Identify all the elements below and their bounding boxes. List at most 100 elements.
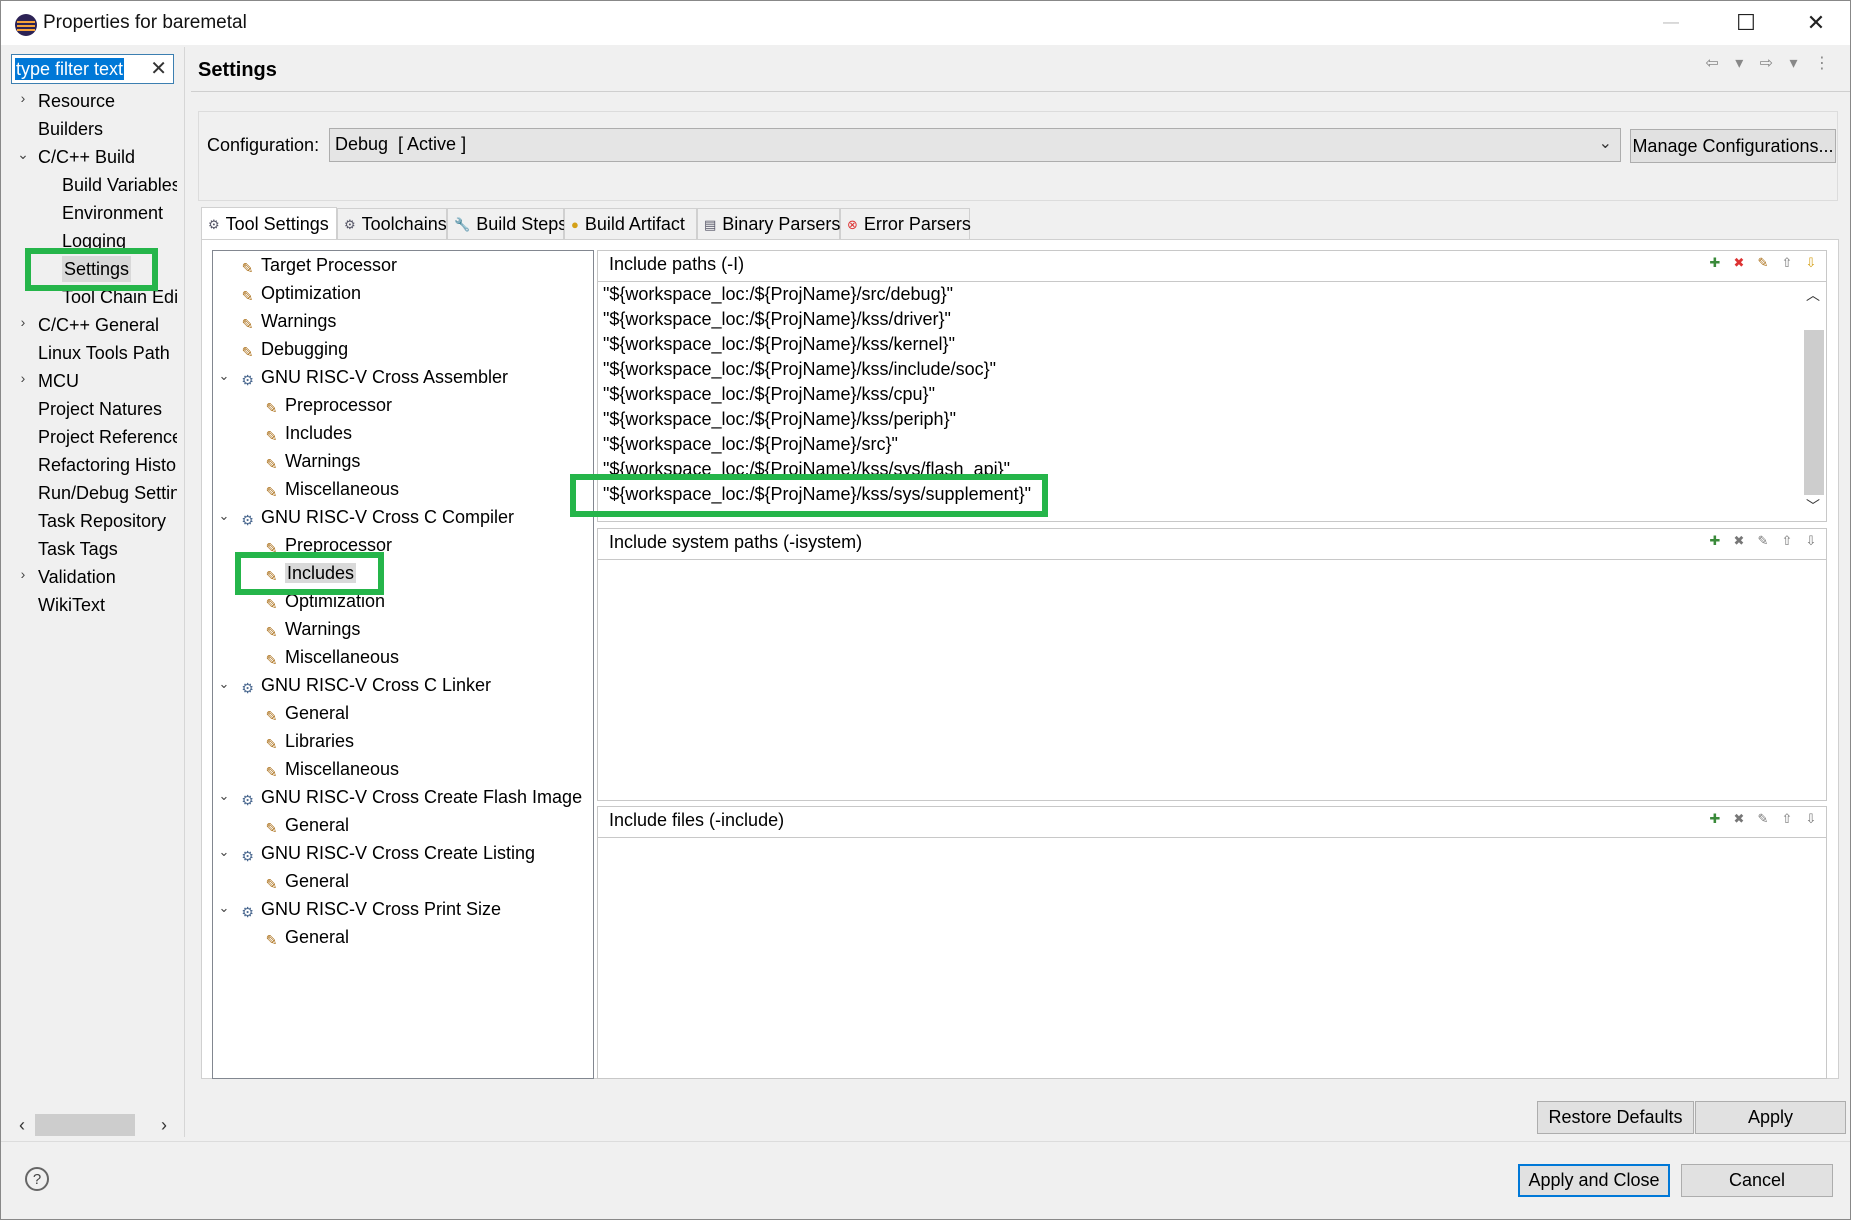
nav-item-project-natures[interactable]: Project Natures (38, 396, 162, 422)
filter-input-value[interactable]: type filter text (15, 58, 125, 80)
chevron-down-icon[interactable]: ⌄ (217, 368, 231, 384)
add-icon[interactable]: ✚ (1706, 254, 1724, 272)
tool-tree-item-gnu-risc-v-cross-c-compiler[interactable]: ⚙ GNU RISC-V Cross C Compiler (239, 504, 514, 530)
scroll-up-icon[interactable]: ︿ (1802, 285, 1824, 307)
tool-tree-item-preprocessor[interactable]: ✎ Preprocessor (263, 392, 392, 418)
close-button[interactable]: ✕ (1786, 1, 1846, 45)
tool-tree-item-includes[interactable]: ✎ Includes (263, 420, 352, 446)
clear-filter-icon[interactable]: ✕ (150, 56, 167, 81)
tool-tree-item-gnu-risc-v-cross-c-linker[interactable]: ⚙ GNU RISC-V Cross C Linker (239, 672, 491, 698)
move-up-icon[interactable]: ⇧ (1778, 254, 1796, 272)
tab-error-parsers[interactable]: ⊗ Error Parsers (840, 208, 971, 240)
chevron-down-icon[interactable]: ⌄ (217, 676, 231, 692)
chevron-down-icon[interactable]: ⌄ (15, 146, 31, 163)
include-path-item[interactable]: "${workspace_loc:/${ProjName}/kss/driver… (603, 307, 951, 332)
tool-tree-item-general[interactable]: ✎ General (263, 812, 349, 838)
move-down-icon[interactable]: ⇩ (1802, 810, 1820, 828)
tool-tree-item-miscellaneous[interactable]: ✎ Miscellaneous (263, 644, 399, 670)
restore-defaults-button[interactable]: Restore Defaults (1537, 1101, 1694, 1134)
nav-item-run-debug-settings[interactable]: Run/Debug Settings (38, 480, 177, 506)
apply-and-close-button[interactable]: Apply and Close (1518, 1164, 1670, 1197)
nav-item-environment[interactable]: Environment (62, 200, 163, 226)
tool-tree-item-gnu-risc-v-cross-create-listing[interactable]: ⚙ GNU RISC-V Cross Create Listing (239, 840, 535, 866)
chevron-right-icon[interactable]: › (15, 314, 31, 330)
history-navigation-icons[interactable]: ⇦ ▾ ⇨ ▾ ⋮ (1705, 53, 1836, 73)
tab-build-artifact[interactable]: ● Build Artifact (564, 208, 697, 240)
chevron-right-icon[interactable]: › (15, 566, 31, 582)
chevron-right-icon[interactable]: › (15, 370, 31, 386)
help-icon[interactable]: ? (25, 1167, 49, 1191)
tab-toolchains[interactable]: ⚙ Toolchains (337, 208, 447, 240)
minimize-button[interactable]: — (1641, 1, 1701, 45)
include-system-paths-list[interactable] (598, 559, 1826, 800)
nav-item-builders[interactable]: Builders (38, 116, 103, 142)
filter-input[interactable]: type filter text ✕ (11, 54, 174, 84)
include-files-list[interactable] (598, 837, 1826, 1078)
include-path-item[interactable]: "${workspace_loc:/${ProjName}/src/debug}… (603, 282, 953, 307)
edit-icon[interactable]: ✎ (1754, 532, 1772, 550)
chevron-right-icon[interactable]: › (15, 91, 31, 106)
tool-settings-tree[interactable]: ✎ Target Processor ✎ Optimization ✎ Warnings ✎… (212, 250, 594, 1079)
nav-item-project-references[interactable]: Project References (38, 424, 177, 450)
tool-tree-item-gnu-risc-v-cross-assembler[interactable]: ⚙ GNU RISC-V Cross Assembler (239, 364, 508, 390)
nav-item-task-repository[interactable]: Task Repository (38, 508, 166, 534)
apply-button[interactable]: Apply (1695, 1101, 1846, 1134)
delete-icon[interactable]: ✖ (1730, 810, 1748, 828)
nav-item-linux-tools-path[interactable]: Linux Tools Path (38, 340, 170, 366)
nav-item-refactoring-history[interactable]: Refactoring History (38, 452, 177, 478)
delete-icon[interactable]: ✖ (1730, 532, 1748, 550)
include-paths-vertical-scrollbar[interactable]: ︿ ﹀ (1802, 285, 1824, 518)
chevron-down-icon[interactable]: ⌄ (217, 844, 231, 860)
tool-tree-item-debugging[interactable]: ✎ Debugging (239, 336, 348, 362)
chevron-down-icon[interactable]: ⌄ (217, 900, 231, 916)
property-page-tree[interactable]: › Resource Builders ⌄ C/C++ Build Build Varia… (9, 91, 177, 1106)
tool-tree-item-general[interactable]: ✎ General (263, 924, 349, 950)
tool-tree-item-warnings[interactable]: ✎ Warnings (263, 448, 361, 474)
include-path-item[interactable]: "${workspace_loc:/${ProjName}/kss/kernel… (603, 332, 955, 357)
nav-item-task-tags[interactable]: Task Tags (38, 536, 118, 562)
configuration-select[interactable]: Debug [ Active ] ⌄ (329, 128, 1621, 162)
edit-icon[interactable]: ✎ (1754, 810, 1772, 828)
tool-tree-item-target-processor[interactable]: ✎ Target Processor (239, 252, 397, 278)
tool-tree-item-miscellaneous[interactable]: ✎ Miscellaneous (263, 756, 399, 782)
include-path-item[interactable]: "${workspace_loc:/${ProjName}/kss/includ… (603, 357, 996, 382)
edit-icon[interactable]: ✎ (1754, 254, 1772, 272)
tool-tree-item-gnu-risc-v-cross-create-flash-image[interactable]: ⚙ GNU RISC-V Cross Create Flash Image (239, 784, 582, 810)
cancel-button[interactable]: Cancel (1681, 1164, 1833, 1197)
include-path-item[interactable]: "${workspace_loc:/${ProjName}/src}" (603, 432, 898, 457)
manage-configurations-button[interactable]: Manage Configurations... (1630, 129, 1836, 163)
nav-item-c-c-build[interactable]: C/C++ Build (38, 144, 135, 170)
tool-tree-item-general[interactable]: ✎ General (263, 868, 349, 894)
nav-item-wikitext[interactable]: WikiText (38, 592, 105, 618)
nav-item-resource[interactable]: Resource (38, 91, 115, 114)
chevron-down-icon[interactable]: ⌄ (217, 788, 231, 804)
maximize-button[interactable]: ☐ (1716, 1, 1776, 45)
nav-item-build-variables[interactable]: Build Variables (62, 172, 177, 198)
nav-item-c-c-general[interactable]: C/C++ General (38, 312, 159, 338)
tool-tree-item-gnu-risc-v-cross-print-size[interactable]: ⚙ GNU RISC-V Cross Print Size (239, 896, 501, 922)
nav-item-validation[interactable]: Validation (38, 564, 116, 590)
move-down-icon[interactable]: ⇩ (1802, 254, 1820, 272)
left-nav-horizontal-scrollbar[interactable]: ‹ › (9, 1111, 177, 1139)
divider[interactable] (184, 47, 185, 1137)
include-path-item[interactable]: "${workspace_loc:/${ProjName}/kss/cpu}" (603, 382, 935, 407)
tool-tree-item-optimization[interactable]: ✎ Optimization (239, 280, 361, 306)
add-icon[interactable]: ✚ (1706, 810, 1724, 828)
delete-icon[interactable]: ✖ (1730, 254, 1748, 272)
include-path-item[interactable]: "${workspace_loc:/${ProjName}/kss/periph… (603, 407, 956, 432)
nav-item-mcu[interactable]: MCU (38, 368, 79, 394)
move-up-icon[interactable]: ⇧ (1778, 532, 1796, 550)
scrollbar-thumb[interactable] (1804, 330, 1824, 495)
scroll-down-icon[interactable]: ﹀ (1802, 496, 1824, 518)
tool-tree-item-warnings[interactable]: ✎ Warnings (239, 308, 337, 334)
scrollbar-thumb[interactable] (35, 1114, 135, 1136)
tool-tree-item-warnings[interactable]: ✎ Warnings (263, 616, 361, 642)
tab-tool-settings[interactable]: ⚙ Tool Settings (201, 207, 337, 241)
move-up-icon[interactable]: ⇧ (1778, 810, 1796, 828)
tab-binary-parsers[interactable]: ▤ Binary Parsers (697, 208, 840, 240)
move-down-icon[interactable]: ⇩ (1802, 532, 1820, 550)
chevron-down-icon[interactable]: ⌄ (217, 508, 231, 524)
tool-tree-item-miscellaneous[interactable]: ✎ Miscellaneous (263, 476, 399, 502)
scroll-left-icon[interactable]: ‹ (9, 1111, 35, 1139)
tool-tree-item-libraries[interactable]: ✎ Libraries (263, 728, 354, 754)
